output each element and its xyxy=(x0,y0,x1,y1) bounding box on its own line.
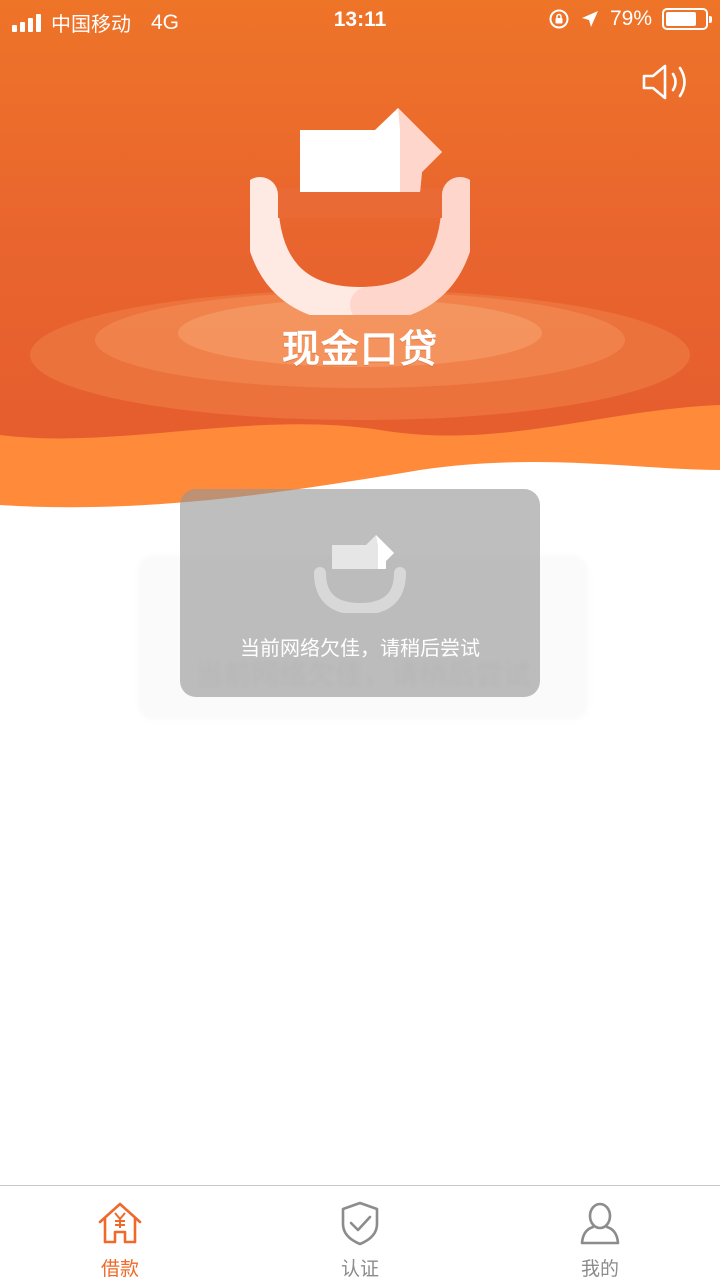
tab-verify-label: 认证 xyxy=(340,1258,379,1280)
battery-level xyxy=(666,12,696,26)
tab-borrow[interactable]: 借款 xyxy=(0,1186,240,1280)
house-yen-icon xyxy=(98,1202,142,1244)
tab-borrow-label: 借款 xyxy=(100,1258,139,1280)
tab-mine-label: 我的 xyxy=(580,1258,619,1280)
network-error-toast: 当前网络欠佳，请稍后尝试 xyxy=(180,489,540,697)
toast-message: 当前网络欠佳，请稍后尝试 xyxy=(240,636,480,660)
battery-icon xyxy=(662,8,712,30)
sound-button[interactable] xyxy=(640,62,694,102)
tab-mine[interactable]: 我的 xyxy=(480,1186,720,1280)
speaker-icon xyxy=(642,64,686,100)
tab-verify[interactable]: 认证 xyxy=(240,1186,480,1280)
toast-logo-icon xyxy=(314,535,406,613)
bottom-tab-bar: 借款 认证 我的 xyxy=(0,1185,720,1280)
person-icon xyxy=(580,1202,620,1245)
status-bar: 中国移动 4G 13:11 79% xyxy=(0,0,720,40)
brand-name: 现金口贷 xyxy=(281,327,438,371)
app-logo xyxy=(250,108,470,315)
orientation-lock-icon xyxy=(549,9,569,29)
battery-percent: 79% xyxy=(609,7,652,30)
hero-banner: 现金口贷 xyxy=(0,0,720,520)
shield-check-icon xyxy=(341,1201,379,1246)
location-arrow-icon xyxy=(581,11,598,27)
